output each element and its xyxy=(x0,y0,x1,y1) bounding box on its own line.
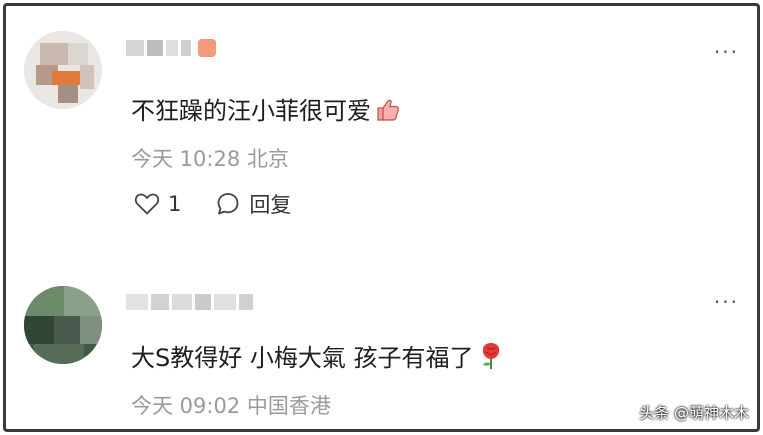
comment-time: 今天 09:02 xyxy=(131,394,241,418)
username-blurred[interactable] xyxy=(126,38,216,58)
thumbs-up-icon xyxy=(375,97,401,129)
avatar[interactable] xyxy=(24,31,102,109)
comment-time: 今天 10:28 xyxy=(131,147,241,171)
comment-meta: 今天 10:28 北京 xyxy=(131,143,289,173)
username-blurred[interactable] xyxy=(126,292,253,312)
comment-body: 不狂躁的汪小菲很可爱 xyxy=(131,97,371,125)
speech-bubble-icon xyxy=(217,193,239,215)
comment-body: 大S教得好 小梅大氣 孩子有福了 xyxy=(131,344,474,372)
avatar[interactable] xyxy=(24,286,102,364)
comment-text: 大S教得好 小梅大氣 孩子有福了 xyxy=(131,338,504,376)
comment-location: 北京 xyxy=(246,147,289,171)
watermark: 头条 @萌神木木 xyxy=(639,404,749,422)
more-options-button[interactable]: ··· xyxy=(714,42,739,62)
comment-text: 不狂躁的汪小菲很可爱 xyxy=(131,91,401,129)
user-badge-icon xyxy=(198,39,216,57)
comment-location: 中国香港 xyxy=(246,394,331,418)
reply-button[interactable]: 回复 xyxy=(215,189,291,219)
heart-outline-icon xyxy=(134,193,160,215)
rose-icon xyxy=(478,340,504,376)
comment-list: ··· 不狂躁的汪小菲很可爱 今天 10:28 北京 1 回复 ··· 大S教得… xyxy=(3,3,760,432)
more-options-button[interactable]: ··· xyxy=(714,292,739,312)
comment-meta: 今天 09:02 中国香港 xyxy=(131,390,331,420)
comment-actions: 1 回复 xyxy=(134,189,291,219)
like-count: 1 xyxy=(168,192,182,216)
reply-label: 回复 xyxy=(249,193,292,217)
like-button[interactable]: 1 xyxy=(134,192,181,216)
